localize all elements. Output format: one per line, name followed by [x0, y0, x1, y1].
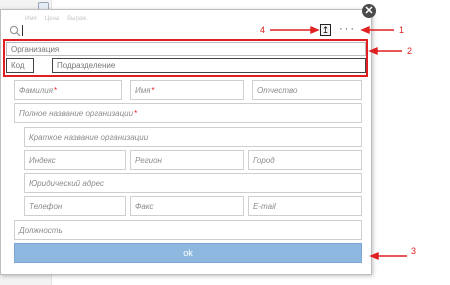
annotation-arrows — [270, 25, 407, 261]
annotation-2: 2 — [407, 46, 413, 56]
annotation-4: 4 — [260, 25, 266, 35]
arrow-2-head — [368, 46, 378, 56]
arrow-4-head — [310, 25, 320, 35]
annotation-3: 3 — [411, 246, 417, 256]
arrow-1-head — [360, 25, 370, 35]
arrow-3-head — [369, 251, 379, 261]
annotation-1: 1 — [399, 25, 405, 35]
